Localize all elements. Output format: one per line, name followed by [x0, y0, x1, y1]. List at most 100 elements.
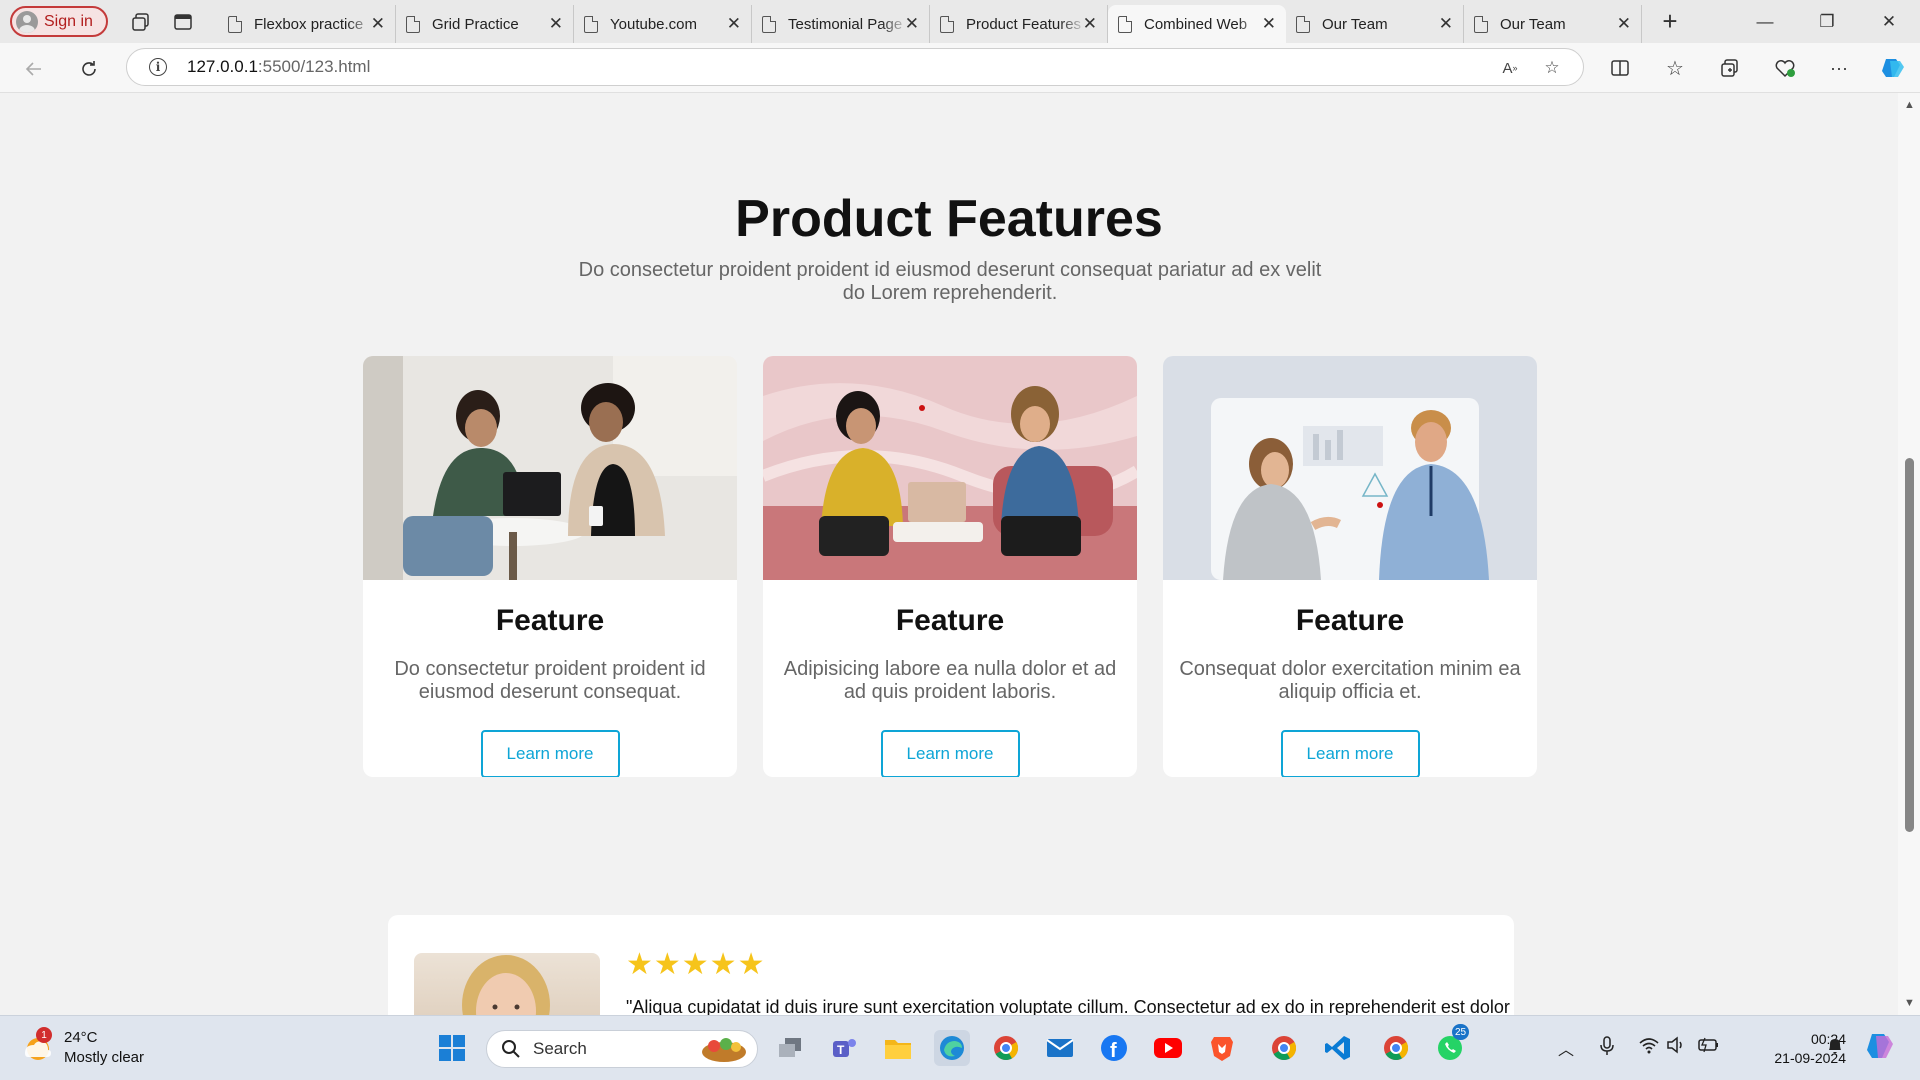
close-tab-icon[interactable]: ✕ [1439, 14, 1453, 34]
tab[interactable]: Our Team ✕ [1286, 5, 1464, 43]
tab-title: Flexbox practice [254, 15, 364, 33]
read-aloud-icon[interactable]: A» [1499, 57, 1521, 79]
feature-image [763, 356, 1137, 580]
tab-title: Our Team [1500, 15, 1566, 33]
learn-more-button[interactable]: Learn more [480, 730, 620, 777]
back-arrow-icon [25, 62, 41, 76]
feature-description: Adipisicing labore ea nulla dolor et ad … [783, 658, 1117, 703]
close-tab-icon[interactable]: ✕ [905, 14, 919, 34]
whatsapp-icon[interactable]: 25 [1432, 1024, 1470, 1066]
page-scrollbar[interactable]: ▲ ▼ [1898, 93, 1920, 1015]
page-title: Product Features [735, 190, 1163, 248]
tab-title: Grid Practice [432, 15, 519, 33]
weather-desc: Mostly clear [64, 1049, 145, 1066]
rating-stars: ★★★★★ [626, 948, 766, 981]
search-icon [502, 1040, 520, 1058]
show-hidden-icons-icon[interactable]: ︿ [1558, 1036, 1574, 1060]
start-icon[interactable] [434, 1030, 470, 1066]
wifi-icon[interactable] [1638, 1036, 1660, 1059]
whatsapp-badge: 25 [1452, 1024, 1470, 1040]
microphone-icon[interactable] [1600, 1036, 1614, 1061]
chrome-icon[interactable] [988, 1030, 1024, 1066]
restore-button[interactable]: ❐ [1796, 0, 1858, 43]
more-options-icon[interactable]: ··· [1826, 55, 1852, 81]
tab-active[interactable]: Combined Web ✕ [1108, 5, 1286, 43]
weather-icon: 1 [22, 1027, 52, 1063]
feature-card: Feature Do consectetur proident proident… [363, 356, 737, 777]
close-tab-icon[interactable]: ✕ [1617, 14, 1631, 34]
favorite-star-icon[interactable]: ☆ [1541, 57, 1563, 79]
scrollbar-thumb[interactable] [1905, 458, 1914, 832]
tab-title: Our Team [1322, 15, 1388, 33]
taskbar-search[interactable]: Search [486, 1030, 758, 1068]
scroll-up-icon[interactable]: ▲ [1904, 99, 1915, 111]
copilot-taskbar-icon[interactable] [1864, 1030, 1896, 1067]
svg-text:T: T [837, 1043, 845, 1057]
battery-icon[interactable] [1696, 1036, 1720, 1059]
close-tab-icon[interactable]: ✕ [1083, 14, 1097, 34]
learn-more-button[interactable]: Learn more [880, 730, 1020, 777]
testimonial-quote: "Aliqua cupidatat id duis irure sunt exe… [626, 997, 1510, 1015]
page-icon [762, 15, 776, 33]
close-tab-icon[interactable]: ✕ [727, 14, 741, 34]
mail-icon[interactable] [1042, 1030, 1078, 1066]
tab[interactable]: Flexbox practice ✕ [218, 5, 396, 43]
feature-description: Do consectetur proident proident id eius… [394, 658, 706, 703]
split-screen-icon[interactable] [1607, 55, 1633, 81]
close-tab-icon[interactable]: ✕ [549, 14, 563, 34]
tab-actions-icon[interactable] [162, 5, 204, 39]
chrome-profile-icon[interactable] [1266, 1030, 1302, 1066]
feature-image [1163, 356, 1537, 580]
favorites-icon[interactable]: ☆ [1662, 55, 1688, 81]
page-icon [940, 15, 954, 33]
testimonial-card: ★★★★★ "Aliqua cupidatat id duis irure su… [388, 915, 1514, 1015]
address-bar[interactable]: i 127.0.0.1:5500/123.html A» ☆ [126, 48, 1584, 86]
brave-icon[interactable] [1204, 1030, 1240, 1066]
copilot-icon[interactable] [1880, 55, 1906, 81]
tab[interactable]: Grid Practice ✕ [396, 5, 574, 43]
chrome-profile-2-icon[interactable] [1378, 1030, 1414, 1066]
tab-title: Youtube.com [610, 15, 698, 33]
scroll-down-icon[interactable]: ▼ [1904, 997, 1915, 1009]
refresh-button[interactable] [73, 53, 105, 85]
tab[interactable]: Our Team ✕ [1464, 5, 1642, 43]
site-info-icon[interactable]: i [149, 58, 167, 76]
tab[interactable]: Testimonial Page ✕ [752, 5, 930, 43]
search-placeholder: Search [533, 1039, 587, 1058]
feature-heading: Feature [895, 604, 1005, 637]
workspaces-icon[interactable] [120, 5, 162, 39]
volume-icon[interactable] [1666, 1036, 1686, 1059]
close-tab-icon[interactable]: ✕ [1262, 14, 1276, 34]
tab[interactable]: Product Features ✕ [930, 5, 1108, 43]
weather-badge: 1 [36, 1027, 52, 1043]
close-tab-icon[interactable]: ✕ [371, 14, 385, 34]
collections-icon[interactable] [1717, 55, 1743, 81]
weather-widget[interactable]: 1 24°C Mostly clear [22, 1027, 145, 1068]
feature-card: Feature Adipisicing labore ea nulla dolo… [763, 356, 1137, 777]
tab[interactable]: Youtube.com ✕ [574, 5, 752, 43]
notifications-bell-icon[interactable] [1826, 1036, 1844, 1061]
feature-heading: Feature [495, 604, 605, 637]
feature-image [363, 356, 737, 580]
close-window-button[interactable]: ✕ [1858, 0, 1920, 43]
vscode-icon[interactable] [1320, 1030, 1356, 1066]
minimize-button[interactable]: — [1734, 0, 1796, 43]
youtube-icon[interactable] [1150, 1030, 1186, 1066]
task-view-icon[interactable] [772, 1030, 808, 1066]
browser-essentials-icon[interactable] [1772, 55, 1798, 81]
url-text[interactable]: 127.0.0.1:5500/123.html [187, 57, 370, 77]
feature-description: Consequat dolor exercitation minim ea al… [1179, 658, 1521, 703]
new-tab-button[interactable]: + [1648, 3, 1692, 41]
browser-toolbar: i 127.0.0.1:5500/123.html A» ☆ ☆ ··· [0, 43, 1920, 93]
url-path: :5500/123.html [257, 57, 371, 76]
weather-temp: 24°C [64, 1029, 98, 1046]
tab-strip: Sign in Flexbox practice ✕ Grid Practice ✕… [0, 0, 1920, 43]
edge-icon[interactable] [934, 1030, 970, 1066]
learn-more-button[interactable]: Learn more [1280, 730, 1420, 777]
page-icon [584, 15, 598, 33]
sign-in-button[interactable]: Sign in [10, 6, 108, 37]
file-explorer-icon[interactable] [880, 1030, 916, 1066]
facebook-icon[interactable]: f [1096, 1030, 1132, 1066]
teams-icon[interactable]: T [826, 1030, 862, 1066]
back-button[interactable] [18, 53, 50, 85]
